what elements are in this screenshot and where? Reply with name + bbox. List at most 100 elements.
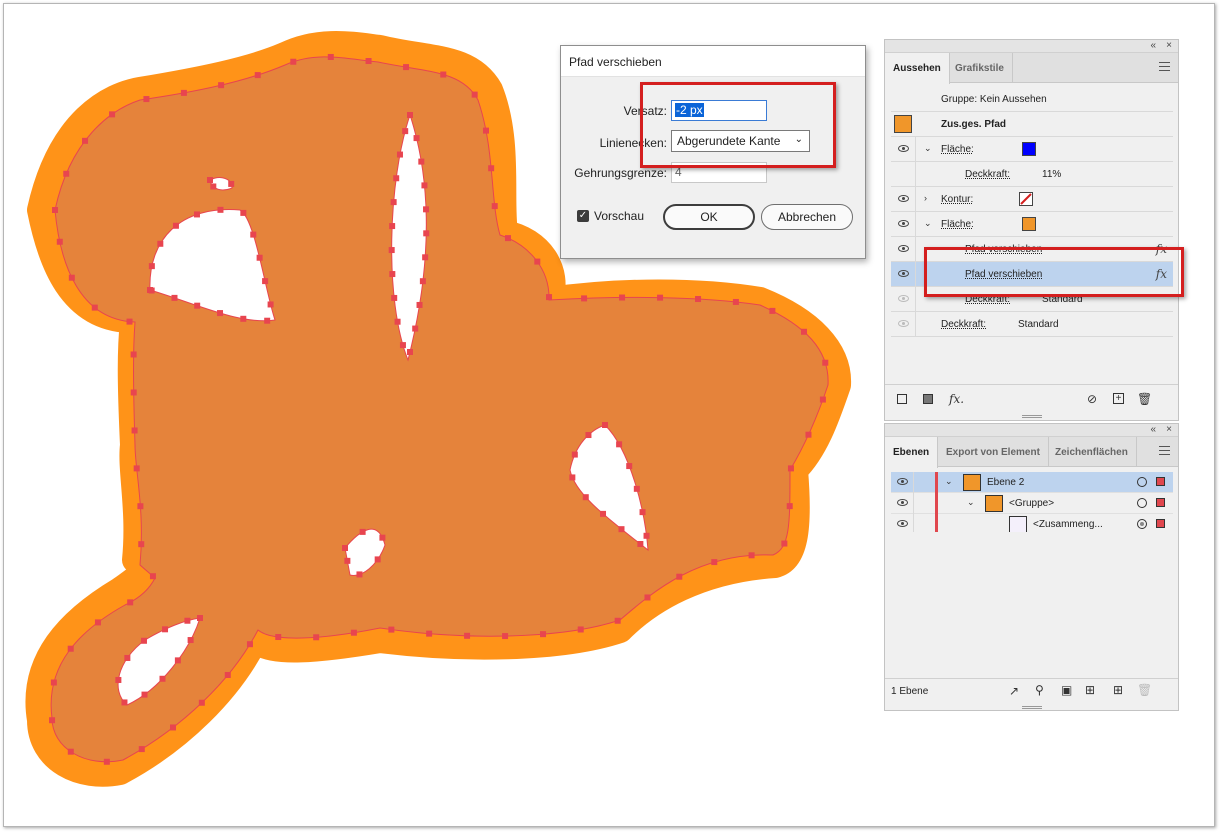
anchor-point[interactable] <box>488 165 495 172</box>
eye-icon[interactable] <box>898 295 909 302</box>
group-name[interactable]: <Gruppe> <box>1009 498 1054 509</box>
anchor-point[interactable] <box>374 556 381 563</box>
anchor-point[interactable] <box>124 654 131 661</box>
anchor-point[interactable] <box>217 206 224 213</box>
selection-indicator[interactable] <box>1156 477 1165 486</box>
anchor-point[interactable] <box>577 626 584 633</box>
anchor-point[interactable] <box>422 254 429 261</box>
anchor-point[interactable] <box>275 634 282 641</box>
anchor-point[interactable] <box>121 699 128 706</box>
anchor-point[interactable] <box>327 53 334 60</box>
anchor-point[interactable] <box>127 599 134 606</box>
anchor-point[interactable] <box>504 235 511 242</box>
anchor-point[interactable] <box>143 96 150 103</box>
anchor-point[interactable] <box>267 301 274 308</box>
anchor-point[interactable] <box>616 441 623 448</box>
cancel-button[interactable]: Abbrechen <box>761 204 853 230</box>
anchor-point[interactable] <box>412 325 419 332</box>
anchor-point[interactable] <box>391 294 398 301</box>
anchor-point[interactable] <box>399 342 406 349</box>
add-fill-icon[interactable] <box>923 394 933 404</box>
chevron-down-icon[interactable]: ⌄ <box>924 218 932 229</box>
anchor-point[interactable] <box>138 746 145 753</box>
row-opacity-3[interactable]: Deckkraft: Standard <box>891 312 1173 337</box>
anchor-point[interactable] <box>413 135 420 142</box>
anchor-point[interactable] <box>639 509 646 516</box>
anchor-point[interactable] <box>140 637 147 644</box>
anchor-point[interactable] <box>254 72 261 79</box>
eye-icon[interactable] <box>897 520 908 527</box>
tab-artboards[interactable]: Zeichenflächen <box>1047 437 1137 467</box>
anchor-point[interactable] <box>141 691 148 698</box>
stroke-none-swatch[interactable] <box>1019 192 1033 206</box>
row-stroke[interactable]: › Kontur: <box>891 187 1173 212</box>
anchor-point[interactable] <box>569 474 576 481</box>
resize-grip[interactable] <box>1021 706 1042 709</box>
anchor-point[interactable] <box>618 526 625 533</box>
anchor-point[interactable] <box>170 724 177 731</box>
preview-checkbox[interactable]: ✓ <box>577 210 589 222</box>
selection-indicator[interactable] <box>1156 498 1165 507</box>
layer-name[interactable]: Ebene 2 <box>987 477 1024 488</box>
chevron-down-icon[interactable]: ⌄ <box>945 476 953 487</box>
anchor-point[interactable] <box>50 679 57 686</box>
add-stroke-icon[interactable] <box>897 394 907 404</box>
anchor-point[interactable] <box>250 231 257 238</box>
anchor-point[interactable] <box>534 258 541 265</box>
collapse-icon[interactable]: « <box>1150 40 1156 52</box>
anchor-point[interactable] <box>67 748 74 755</box>
anchor-point[interactable] <box>695 296 702 303</box>
anchor-point[interactable] <box>406 348 413 355</box>
trash-icon[interactable]: 🗑 <box>1137 683 1152 697</box>
anchor-point[interactable] <box>822 359 829 366</box>
anchor-point[interactable] <box>350 629 357 636</box>
anchor-point[interactable] <box>52 207 58 213</box>
anchor-point[interactable] <box>184 617 191 624</box>
lock-toggle[interactable] <box>913 472 935 493</box>
anchor-point[interactable] <box>748 552 755 559</box>
duplicate-icon[interactable]: + <box>1113 393 1124 404</box>
anchor-point[interactable] <box>133 465 140 472</box>
anchor-point[interactable] <box>67 645 74 652</box>
anchor-point[interactable] <box>130 389 137 396</box>
anchor-point[interactable] <box>390 199 397 206</box>
anchor-point[interactable] <box>389 271 396 278</box>
fill1-label[interactable]: Fläche: <box>941 144 974 155</box>
tab-ebenen[interactable]: Ebenen <box>885 437 939 468</box>
anchor-point[interactable] <box>256 254 263 261</box>
anchor-point[interactable] <box>180 89 187 96</box>
anchor-point[interactable] <box>540 631 547 638</box>
eye-icon[interactable] <box>898 245 909 252</box>
trash-icon[interactable]: 🗑 <box>1137 392 1152 406</box>
anchor-point[interactable] <box>546 294 553 301</box>
anchor-point[interactable] <box>109 111 116 118</box>
search-icon[interactable]: ⚲ <box>1035 683 1044 697</box>
anchor-point[interactable] <box>342 545 348 551</box>
anchor-point[interactable] <box>643 532 650 539</box>
anchor-point[interactable] <box>264 317 271 324</box>
opacity3-label[interactable]: Deckkraft: <box>941 319 986 330</box>
anchor-point[interactable] <box>571 451 578 458</box>
anchor-point[interactable] <box>407 112 413 118</box>
anchor-point[interactable] <box>171 294 178 301</box>
anchor-point[interactable] <box>633 485 640 492</box>
anchor-point[interactable] <box>56 238 63 245</box>
new-sublayer-icon[interactable]: ⊞ <box>1085 683 1095 697</box>
anchor-point[interactable] <box>218 82 225 89</box>
anchor-point[interactable] <box>781 540 788 547</box>
anchor-point[interactable] <box>600 510 607 517</box>
anchor-point[interactable] <box>207 177 213 183</box>
anchor-point[interactable] <box>94 619 101 626</box>
anchor-point[interactable] <box>103 758 110 765</box>
anchor-point[interactable] <box>440 71 447 78</box>
chevron-right-icon[interactable]: › <box>924 193 927 203</box>
anchor-point[interactable] <box>49 717 56 724</box>
anchor-point[interactable] <box>626 463 633 470</box>
anchor-point[interactable] <box>657 294 664 301</box>
anchor-point[interactable] <box>416 301 423 308</box>
anchor-point[interactable] <box>365 58 372 65</box>
anchor-point[interactable] <box>313 634 320 641</box>
fill1-swatch[interactable] <box>1022 142 1036 156</box>
eye-icon[interactable] <box>898 195 909 202</box>
layer-row-ebene2[interactable]: ⌄ Ebene 2 <box>891 472 1173 493</box>
